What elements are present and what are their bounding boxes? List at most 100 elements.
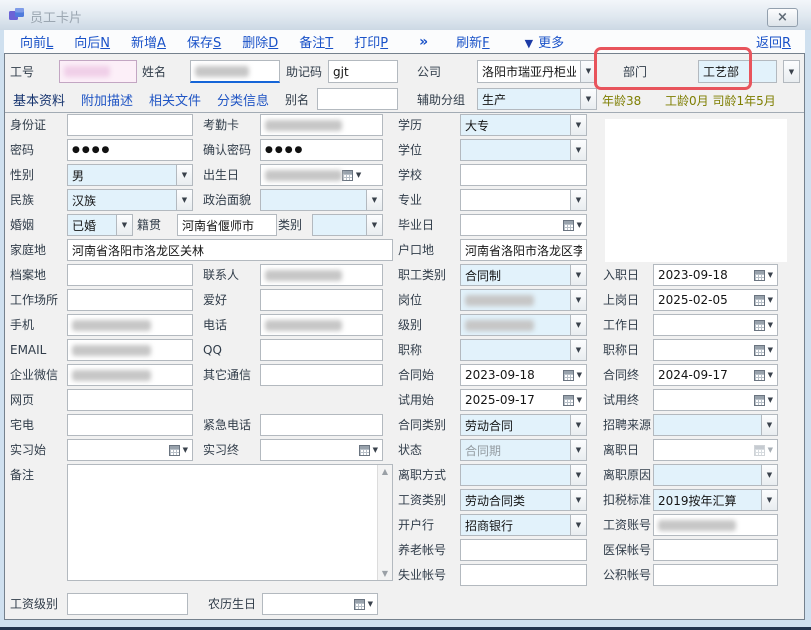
dropdown-arrow-icon[interactable]: ▼ [577, 371, 582, 379]
calendar-icon[interactable] [754, 295, 765, 306]
toolbar-备注[interactable]: 备注T [299, 32, 333, 51]
emergency-phone-field[interactable] [260, 414, 383, 436]
calendar-icon[interactable] [563, 370, 574, 381]
toolbar-more[interactable]: ▼更多 [525, 32, 564, 51]
scrollbar[interactable]: ▲▼ [377, 465, 392, 580]
tab-附加描述[interactable]: 附加描述 [81, 90, 133, 109]
dropdown-arrow-icon[interactable]: ▼ [577, 396, 582, 404]
dropdown-arrow-icon[interactable]: ▼ [356, 171, 361, 179]
tax-standard-field[interactable]: 2019按年汇算▼ [653, 489, 778, 511]
contract-type-field[interactable]: 劳动合同▼ [460, 414, 587, 436]
workplace-field[interactable] [67, 289, 193, 311]
toolbar-打印[interactable]: 打印P [354, 32, 388, 51]
internship-end-field[interactable]: ▼ [260, 439, 383, 461]
title-date-field[interactable]: ▼ [653, 339, 778, 361]
leave-method-field[interactable]: ▼ [460, 464, 587, 486]
dropdown-arrow-icon[interactable]: ▼ [570, 140, 586, 160]
category-field[interactable]: ▼ [312, 214, 383, 236]
dropdown-arrow-icon[interactable]: ▼ [768, 296, 773, 304]
medical-account-field[interactable] [653, 539, 778, 561]
level-field[interactable]: ▼ [460, 314, 587, 336]
dropdown-arrow-icon[interactable]: ▼ [373, 446, 378, 454]
calendar-icon[interactable] [563, 220, 574, 231]
hire-date-field[interactable]: 2023-09-18▼ [653, 264, 778, 286]
dropdown-arrow-icon[interactable]: ▼ [768, 271, 773, 279]
dropdown-arrow-icon[interactable]: ▼ [176, 165, 192, 185]
calendar-icon[interactable] [342, 170, 353, 181]
dropdown-arrow-icon[interactable]: ▼ [570, 440, 586, 460]
dropdown-arrow-icon[interactable]: ▼ [570, 340, 586, 360]
aux-group-field[interactable]: 生产▼ [477, 88, 597, 110]
unemployment-account-field[interactable] [460, 564, 587, 586]
remarks-field[interactable]: ▲▼ [67, 464, 393, 581]
dropdown-arrow-icon[interactable]: ▼ [570, 415, 586, 435]
id-card-field[interactable] [67, 114, 193, 136]
leave-reason-field[interactable]: ▼ [653, 464, 778, 486]
degree-field[interactable]: ▼ [460, 139, 587, 161]
tab-分类信息[interactable]: 分类信息 [217, 90, 269, 109]
marital-status-field[interactable]: 已婚▼ [67, 214, 133, 236]
dropdown-arrow-icon[interactable]: ▼ [570, 265, 586, 285]
salary-type-field[interactable]: 劳动合同类▼ [460, 489, 587, 511]
calendar-icon[interactable] [754, 370, 765, 381]
pension-account-field[interactable] [460, 539, 587, 561]
calendar-icon[interactable] [754, 320, 765, 331]
phone-field[interactable] [260, 314, 383, 336]
calendar-icon[interactable] [169, 445, 180, 456]
dropdown-arrow-icon[interactable]: ▼ [783, 60, 800, 83]
calendar-icon[interactable] [563, 395, 574, 406]
wecom-field[interactable] [67, 364, 193, 386]
probation-end-field[interactable]: ▼ [653, 389, 778, 411]
archive-place-field[interactable] [67, 264, 193, 286]
dropdown-arrow-icon[interactable]: ▼ [366, 190, 382, 210]
contract-end-field[interactable]: 2024-09-17▼ [653, 364, 778, 386]
onboard-date-field[interactable]: 2025-02-05▼ [653, 289, 778, 311]
school-field[interactable] [460, 164, 587, 186]
email-field[interactable] [67, 339, 193, 361]
qq-field[interactable] [260, 339, 383, 361]
bank-field[interactable]: 招商银行▼ [460, 514, 587, 536]
dropdown-arrow-icon[interactable]: ▼ [570, 515, 586, 535]
confirm-password-field[interactable]: ●●●● [260, 139, 383, 161]
scroll-down-icon[interactable]: ▼ [378, 569, 392, 578]
department-field[interactable]: 工艺部 [698, 60, 777, 83]
attendance-card-field[interactable] [260, 114, 383, 136]
gender-field[interactable]: 男▼ [67, 164, 193, 186]
dropdown-arrow-icon[interactable]: ▼ [768, 446, 773, 454]
mnemonic-field[interactable]: gjt [328, 60, 398, 83]
calendar-icon[interactable] [754, 395, 765, 406]
internship-start-field[interactable]: ▼ [67, 439, 193, 461]
dropdown-arrow-icon[interactable]: ▼ [761, 465, 777, 485]
calendar-icon[interactable] [754, 345, 765, 356]
fund-account-field[interactable] [653, 564, 778, 586]
work-date-field[interactable]: ▼ [653, 314, 778, 336]
contact-person-field[interactable] [260, 264, 383, 286]
calendar-icon[interactable] [754, 445, 765, 456]
employee-no-field[interactable] [59, 60, 137, 83]
home-phone-field[interactable] [67, 414, 193, 436]
toolbar-删除[interactable]: 删除D [242, 32, 278, 51]
dropdown-arrow-icon[interactable]: ▼ [570, 315, 586, 335]
dropdown-arrow-icon[interactable]: ▼ [570, 465, 586, 485]
title-field[interactable]: ▼ [460, 339, 587, 361]
dropdown-arrow-icon[interactable]: ▼ [570, 115, 586, 135]
dropdown-arrow-icon[interactable]: ▼ [768, 321, 773, 329]
dropdown-arrow-icon[interactable]: ▼ [570, 490, 586, 510]
dropdown-arrow-icon[interactable]: ▼ [116, 215, 132, 235]
company-field[interactable]: 洛阳市瑞亚丹柜业有▼ [477, 60, 597, 83]
status-field[interactable]: 合同期▼ [460, 439, 587, 461]
political-status-field[interactable]: ▼ [260, 189, 383, 211]
password-field[interactable]: ●●●● [67, 139, 193, 161]
other-contact-field[interactable] [260, 364, 383, 386]
dropdown-arrow-icon[interactable]: ▼ [768, 371, 773, 379]
salary-account-field[interactable] [653, 514, 778, 536]
tab-基本资料[interactable]: 基本资料 [13, 90, 65, 109]
dropdown-arrow-icon[interactable]: ▼ [176, 190, 192, 210]
leave-date-field[interactable]: ▼ [653, 439, 778, 461]
toolbar-保存[interactable]: 保存S [187, 32, 221, 51]
dropdown-arrow-icon[interactable]: ▼ [368, 600, 373, 608]
close-button[interactable]: × [767, 8, 798, 27]
calendar-icon[interactable] [359, 445, 370, 456]
dropdown-arrow-icon[interactable]: ▼ [577, 221, 582, 229]
toolbar-back[interactable]: 返回R [756, 32, 791, 51]
